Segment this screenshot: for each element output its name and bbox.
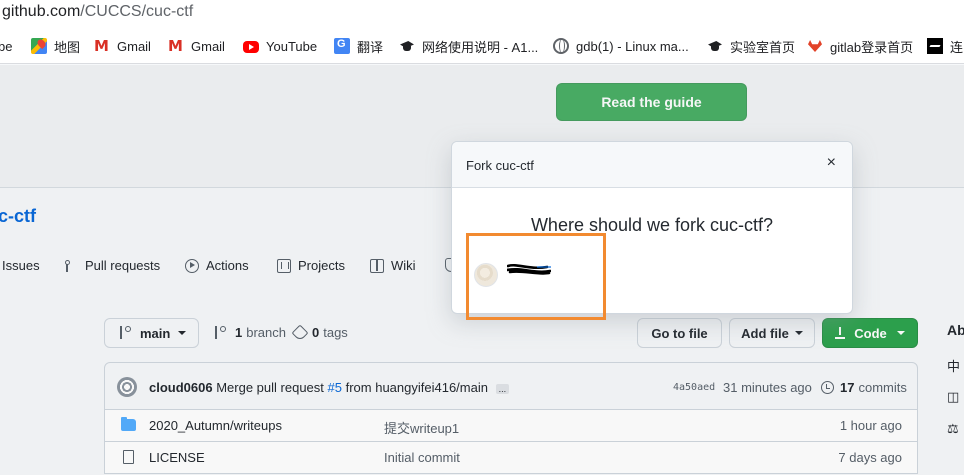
dialog-title: Fork cuc-ctf [466,158,534,173]
bookmark-item[interactable]: 翻译 [334,37,383,55]
close-icon[interactable]: × [827,155,836,171]
url-path: /CUCCS/cuc-ctf [80,3,194,20]
bookmark-label: be [0,38,13,54]
bookmark-item[interactable]: 地图 [31,37,80,55]
graduation-cap-icon [399,38,415,54]
highlight-box [466,233,606,320]
url-text[interactable]: github.com/CUCCS/cuc-ctf [2,3,193,21]
bookmark-label: 地图 [54,39,81,55]
bookmark-item[interactable]: be [0,37,12,55]
bookmark-item[interactable]: 连 [927,37,963,55]
maps-icon [31,38,47,54]
youtube-icon [243,41,259,53]
dialog-header: Fork cuc-ctf × [452,142,852,188]
bookmark-item[interactable]: gdb(1) - Linux ma... [553,37,689,55]
bookmark-label: 网络使用说明 - A1... [422,39,539,55]
bookmark-label: Gmail [117,38,151,54]
globe-icon [553,38,569,54]
bookmark-item[interactable]: Gmail [94,37,151,55]
bookmark-label: gdb(1) - Linux ma... [576,38,689,54]
bookmark-label: 连 [950,39,964,55]
gitlab-icon [807,38,823,54]
bookmarks-bar: be 地图 Gmail Gmail YouTube 翻译 网络使用说明 - A1… [0,27,964,64]
bookmark-item[interactable]: Gmail [168,37,225,55]
url-host: github.com [2,3,81,20]
bookmark-item[interactable]: gitlab登录首页 [807,37,913,55]
bookmark-dark-icon [927,38,943,54]
gmail-icon [94,37,110,55]
bookmark-label: 实验室首页 [730,39,796,55]
bookmark-label: gitlab登录首页 [830,39,914,55]
translate-icon [334,38,350,54]
bookmark-item[interactable]: 实验室首页 [707,37,795,55]
bookmark-item[interactable]: 网络使用说明 - A1... [399,37,538,55]
bookmark-label: 翻译 [357,39,384,55]
address-bar[interactable]: github.com/CUCCS/cuc-ctf [0,0,964,27]
bookmark-label: Gmail [191,38,225,54]
bookmark-item[interactable]: YouTube [243,37,317,55]
graduation-cap-icon [707,38,723,54]
gmail-icon [168,37,184,55]
bookmark-label: YouTube [266,38,318,54]
